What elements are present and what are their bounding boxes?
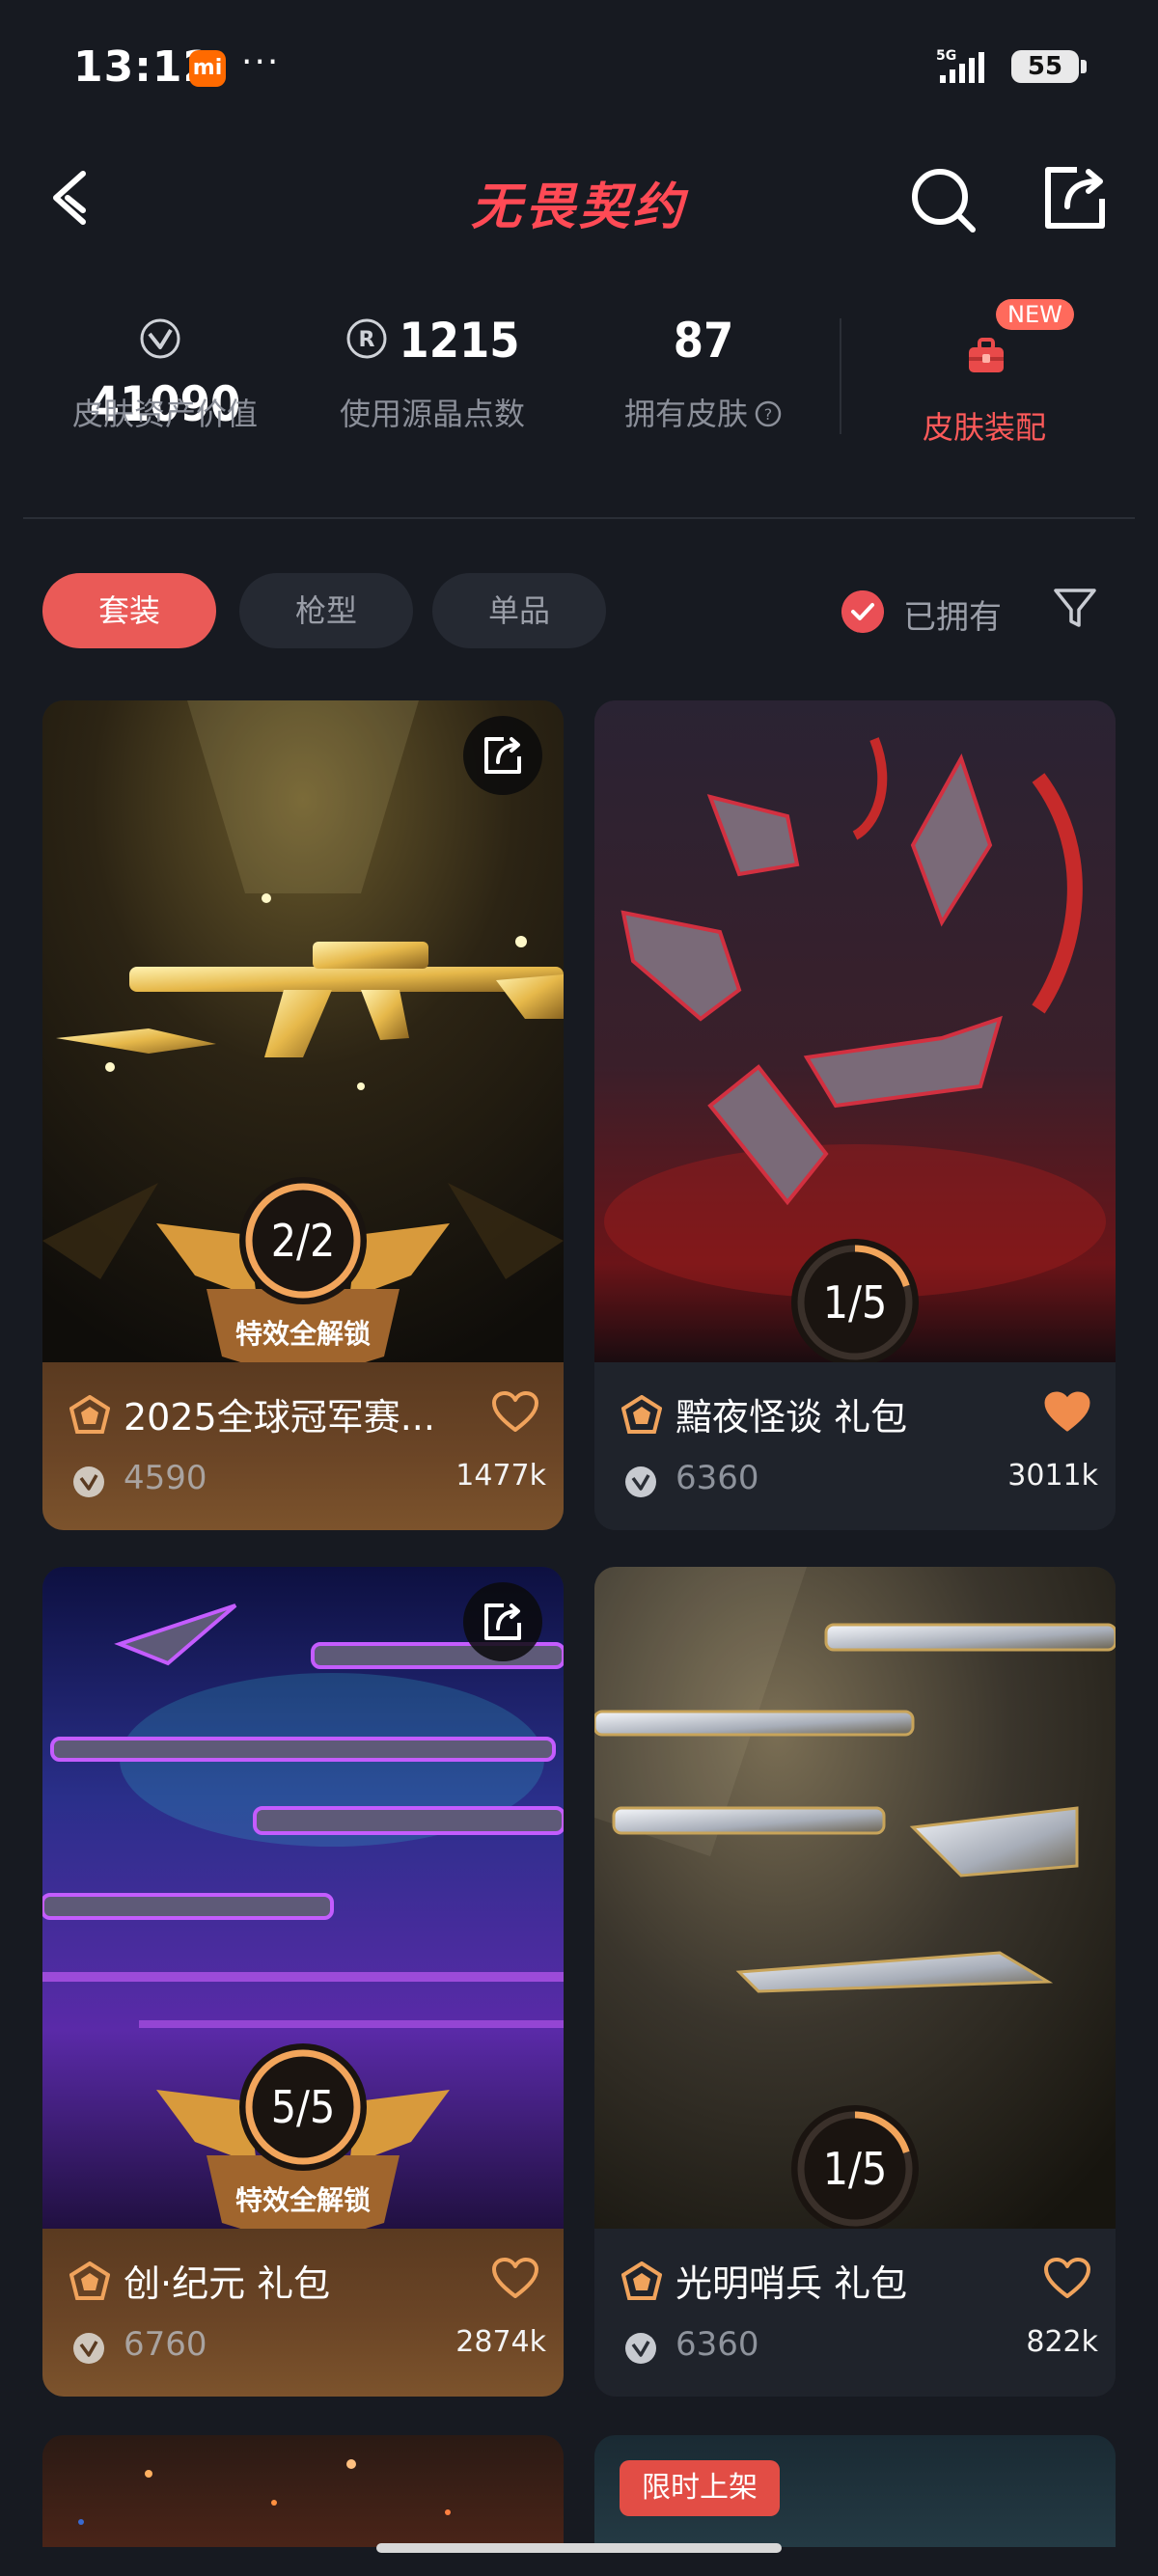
bundle-price: 4590 [124,1459,207,1497]
share-icon [484,1603,521,1640]
owned-skins-label: 拥有皮肤 [623,396,748,432]
share-icon [484,737,521,774]
bundle-name: 2025全球冠军赛... [124,1396,435,1439]
like-count: 1477k [455,1459,546,1493]
vp-coin-icon [73,1466,104,1497]
collection-progress-text: 1/5 [822,2143,888,2195]
radianite-value: 1215 [399,313,520,369]
collection-progress-ring: 5/5 [235,2040,371,2175]
bundle-card-footer: 创·纪元 礼包 6760 2874k [42,2229,564,2397]
radianite-icon: R [346,318,387,359]
svg-text:?: ? [764,405,773,424]
limited-time-badge: 限时上架 [620,2460,780,2516]
owned-skins-value: 87 [673,313,734,369]
help-circle-icon[interactable]: ? [754,399,783,428]
radianite-label: 使用源晶点数 [339,396,525,432]
heart-outline-icon[interactable] [1044,2258,1090,2300]
radianite-stat: R 1215 使用源晶点数 [336,309,529,434]
tab-weapon-type[interactable]: 枪型 [239,573,413,648]
bundle-price: 6760 [124,2325,207,2364]
back-arrow-icon[interactable] [39,164,106,232]
search-icon[interactable] [907,164,979,235]
briefcase-icon [969,338,1004,372]
like-count: 3011k [1007,1459,1098,1493]
filter-funnel-icon[interactable] [1050,583,1100,633]
svg-text:R: R [359,328,375,352]
bundle-card[interactable]: 1/5 光明哨兵 礼包 6360 822k [594,1567,1116,2397]
vp-coin-icon [625,1466,656,1497]
premium-tier-icon [621,1395,662,1434]
premium-tier-icon [69,1395,110,1434]
signal-5g-icon: 5G [936,48,984,83]
bundle-price: 6360 [676,1459,759,1497]
skin-collection-page: 13:12 mi ··· 5G 55 无畏契约 41090 皮肤资产价值 R 1… [0,0,1158,2576]
checkmark-icon [841,590,884,633]
bundle-card[interactable]: 1/5 黯夜怪谈 礼包 6360 3011k [594,700,1116,1530]
bundle-card[interactable]: 5/5 特效全解锁 创·纪元 礼包 6760 2874k [42,1567,564,2397]
status-bar: 13:12 mi ··· 5G 55 [0,0,1158,135]
heart-outline-icon[interactable] [492,2258,538,2300]
bundle-card[interactable]: 2/2 特效全解锁 2025全球冠军赛... 4590 1477k [42,700,564,1530]
like-count: 2874k [455,2325,546,2359]
bundle-card-footer: 2025全球冠军赛... 4590 1477k [42,1362,564,1530]
bundle-card-footer: 光明哨兵 礼包 6360 822k [594,2229,1116,2397]
card-share-button[interactable] [463,1582,542,1661]
heart-filled-icon[interactable] [1044,1391,1090,1434]
mi-app-icon: mi [189,50,226,87]
vp-coin-icon [73,2333,104,2364]
battery-icon: 55 [1011,50,1087,83]
effects-unlocked-label: 特效全解锁 [234,2184,371,2216]
home-indicator[interactable] [376,2543,782,2553]
premium-tier-icon [69,2261,110,2300]
effects-unlocked-label: 特效全解锁 [234,1318,371,1350]
asset-value-stat: 41090 皮肤资产价值 [64,309,266,434]
collection-progress-text: 5/5 [270,2081,336,2133]
more-notifications-icon: ··· [241,42,281,82]
bundle-card-partial[interactable] [42,2435,564,2547]
tab-bundles[interactable]: 套装 [42,573,216,648]
bundle-name: 黯夜怪谈 礼包 [676,1396,908,1439]
owned-skins-stat: 87 拥有皮肤 ? [614,309,793,434]
svg-text:5G: 5G [936,48,956,64]
owned-label: 已拥有 [903,598,1002,637]
collection-progress-text: 1/5 [822,1276,888,1329]
stats-divider [840,318,841,434]
section-divider [23,517,1135,519]
collection-progress-ring: 1/5 [787,1235,923,1370]
skin-loadout-button[interactable]: NEW 皮肤装配 [868,289,1100,453]
fireworks-artwork [78,2459,451,2525]
collection-progress-text: 2/2 [270,1215,336,1267]
share-icon[interactable] [1038,162,1112,235]
card-share-button[interactable] [463,716,542,795]
like-count: 822k [1026,2325,1098,2359]
collection-progress-ring: 1/5 [787,2101,923,2236]
app-header: 无畏契约 [0,145,1158,251]
heart-outline-icon[interactable] [492,1391,538,1434]
premium-tier-icon [621,2261,662,2300]
asset-value-label: 皮肤资产价值 [71,396,258,432]
collection-progress-ring: 2/2 [235,1173,371,1308]
vp-coin-icon [140,318,180,359]
tab-single-items[interactable]: 单品 [432,573,606,648]
bundle-name: 创·纪元 礼包 [124,2262,331,2305]
vp-coin-icon [625,2333,656,2364]
bundle-name: 光明哨兵 礼包 [676,2262,908,2305]
bundle-card-footer: 黯夜怪谈 礼包 6360 3011k [594,1362,1116,1530]
bundle-price: 6360 [676,2325,759,2364]
new-badge: NEW [996,299,1074,330]
skin-loadout-label: 皮肤装配 [922,409,1046,446]
valorant-logo: 无畏契约 [470,178,687,236]
